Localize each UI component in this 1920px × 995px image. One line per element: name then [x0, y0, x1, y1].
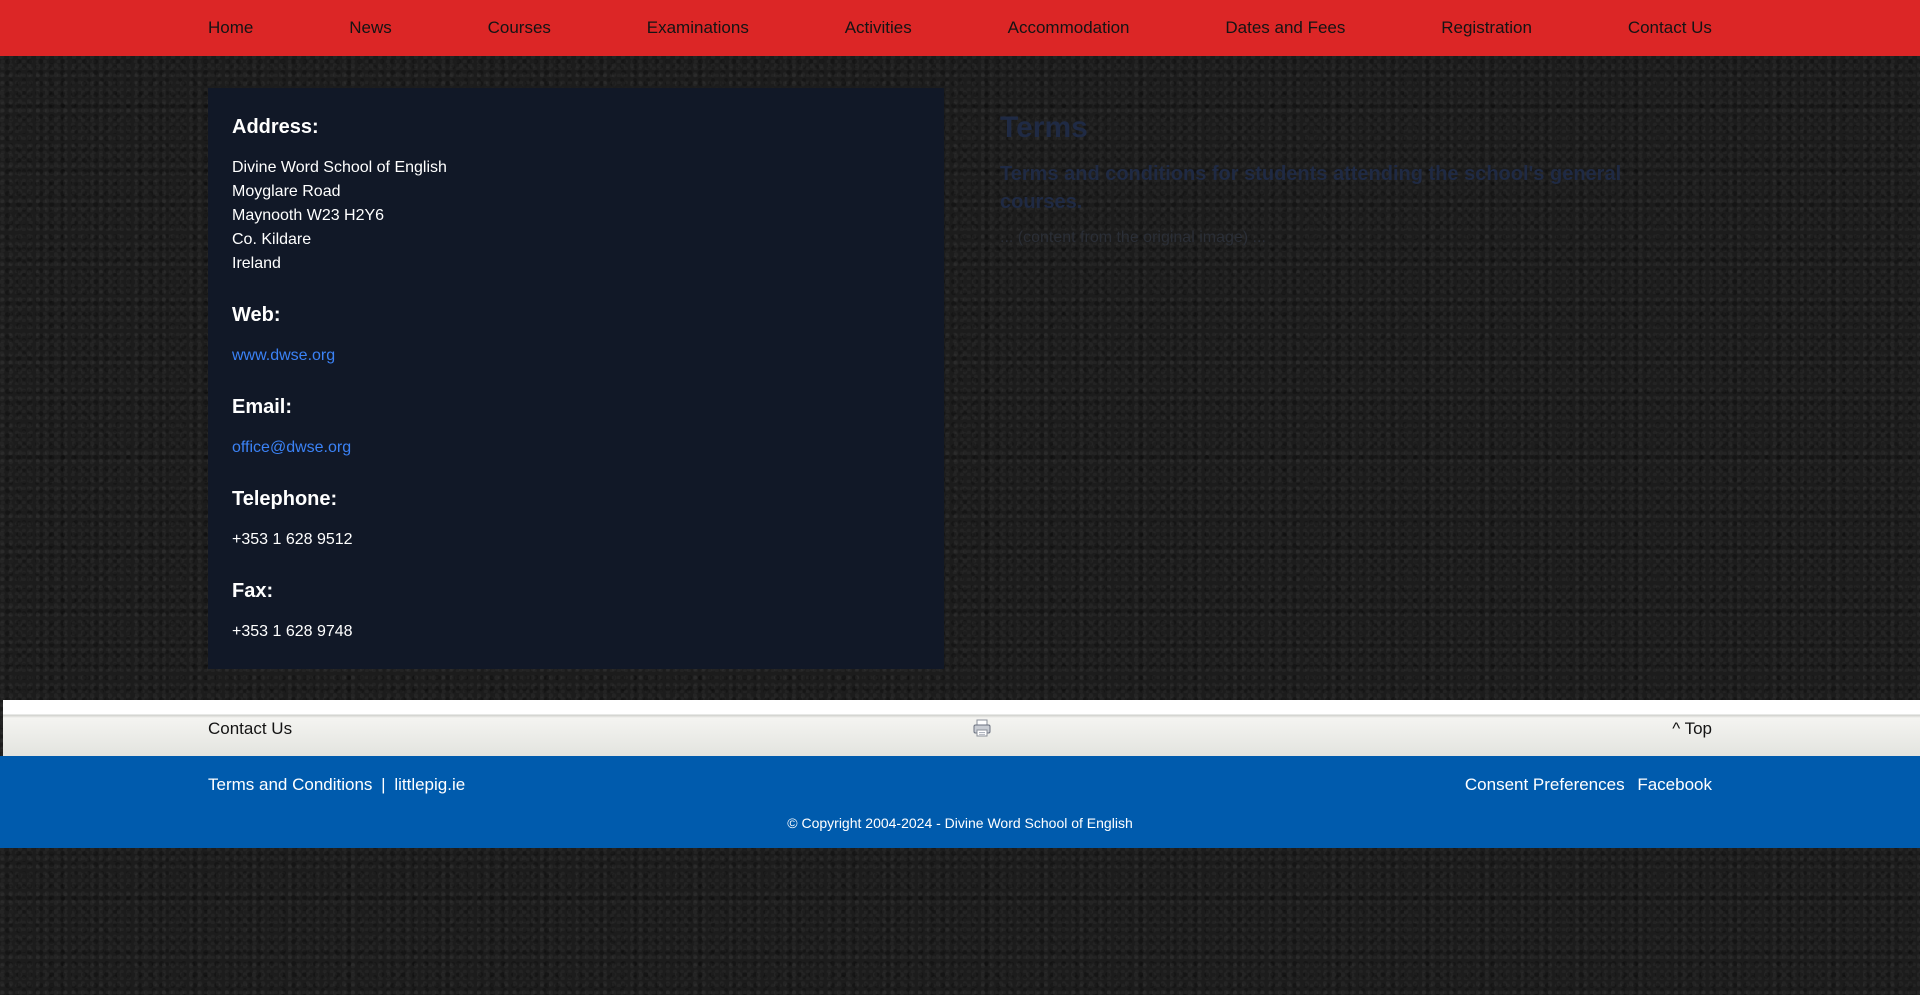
- address-heading: Address:: [232, 116, 319, 138]
- footer-right-links: Consent Preferences Facebook: [1465, 775, 1712, 795]
- nav-item-activities[interactable]: Activities: [845, 18, 912, 38]
- nav-item-registration[interactable]: Registration: [1441, 18, 1532, 38]
- nav-items: Home News Courses Examinations Activitie…: [208, 0, 1712, 56]
- address-line: Divine Word School of English: [232, 159, 447, 176]
- web-heading: Web:: [232, 304, 281, 326]
- site-footer: Terms and Conditions | littlepig.ie Cons…: [0, 756, 1920, 848]
- fax-value: +353 1 628 9748: [232, 623, 353, 640]
- address-block: Divine Word School of English Moyglare R…: [232, 156, 447, 276]
- top-navigation: Home News Courses Examinations Activitie…: [0, 0, 1920, 56]
- contact-card: Address: Divine Word School of English M…: [208, 88, 944, 669]
- address-line: Co. Kildare: [232, 231, 312, 248]
- terms-title: Terms: [1000, 111, 1088, 144]
- terms-body: ... (content from the original image) ..…: [1000, 229, 1266, 246]
- footer-toolbar: Contact Us ^ Top: [3, 700, 1920, 756]
- email-link[interactable]: office@dwse.org: [232, 436, 351, 460]
- terms-subtitle: Terms and conditions for students attend…: [1000, 163, 1622, 213]
- facebook-link[interactable]: Facebook: [1637, 775, 1712, 794]
- consent-preferences-link[interactable]: Consent Preferences: [1465, 775, 1625, 794]
- address-line: Maynooth W23 H2Y6: [232, 207, 385, 224]
- address-line: Moyglare Road: [232, 183, 341, 200]
- littlepig-link[interactable]: littlepig.ie: [394, 775, 465, 794]
- nav-item-courses[interactable]: Courses: [488, 18, 551, 38]
- nav-item-home[interactable]: Home: [208, 18, 253, 38]
- back-to-top-link[interactable]: ^ Top: [1672, 719, 1712, 739]
- fax-heading: Fax:: [232, 580, 274, 602]
- footer-contact-link[interactable]: Contact Us: [208, 719, 292, 739]
- printer-icon-graphic: [973, 719, 991, 737]
- terms-section: Terms Terms and conditions for students …: [1000, 110, 1640, 248]
- nav-item-news[interactable]: News: [349, 18, 392, 38]
- telephone-heading: Telephone:: [232, 488, 338, 510]
- copyright-text: © Copyright 2004-2024 - Divine Word Scho…: [787, 815, 1133, 831]
- nav-item-dates-and-fees[interactable]: Dates and Fees: [1225, 18, 1345, 38]
- web-link[interactable]: www.dwse.org: [232, 344, 335, 368]
- terms-and-conditions-link[interactable]: Terms and Conditions: [208, 775, 372, 794]
- nav-item-examinations[interactable]: Examinations: [647, 18, 749, 38]
- footer-left-links: Terms and Conditions | littlepig.ie: [208, 775, 465, 795]
- nav-item-contact-us[interactable]: Contact Us: [1628, 18, 1712, 38]
- nav-item-accommodation[interactable]: Accommodation: [1008, 18, 1130, 38]
- address-line: Ireland: [232, 255, 281, 272]
- telephone-value: +353 1 628 9512: [232, 531, 353, 548]
- footer-separator: |: [381, 775, 386, 794]
- email-heading: Email:: [232, 396, 293, 418]
- printer-icon[interactable]: [971, 717, 993, 739]
